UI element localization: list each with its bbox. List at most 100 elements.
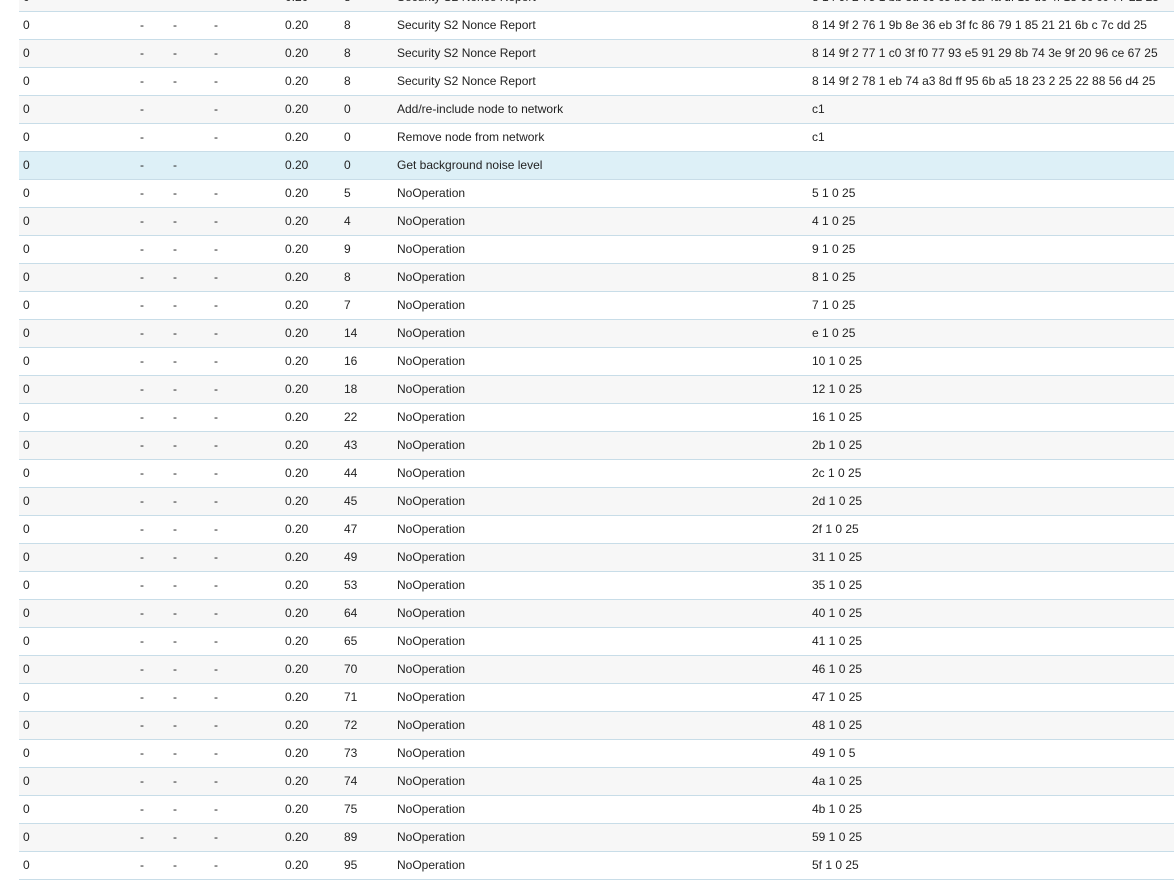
cell-col-6: 53 <box>344 578 358 592</box>
cell-col-1: 0 <box>23 690 30 704</box>
cell-col-4: - <box>214 102 218 116</box>
table-row[interactable]: 0 - - - 0.20 18 NoOperation 12 1 0 25 <box>19 376 1174 404</box>
cell-command-name: NoOperation <box>397 578 466 592</box>
cell-payload: 2d 1 0 25 <box>812 494 863 508</box>
table-row[interactable]: 0 - - - 0.20 4 NoOperation 4 1 0 25 <box>19 208 1174 236</box>
cell-col-2: - <box>140 438 144 452</box>
cell-col-4: - <box>214 858 218 872</box>
cell-col-4: - <box>214 18 218 32</box>
cell-col-3: - <box>173 550 177 564</box>
cell-col-1: 0 <box>23 522 30 536</box>
cell-col-1: 0 <box>23 186 30 200</box>
table-row[interactable]: 0 - - - 0.20 44 NoOperation 2c 1 0 25 <box>19 460 1174 488</box>
cell-col-2: - <box>140 858 144 872</box>
table-row[interactable]: 0 - - 0.20 0 Remove node from network c1 <box>19 124 1174 152</box>
cell-col-6: 8 <box>344 46 351 60</box>
table-row[interactable]: 0 - - - 0.20 8 Security S2 Nonce Report 8 14 9f… <box>19 40 1174 68</box>
table-row[interactable]: 0 - - - 0.20 8 Security S2 Nonce Report 8 14 9f… <box>19 68 1174 96</box>
table-row[interactable]: 0 - - - 0.20 65 NoOperation 41 1 0 25 <box>19 628 1174 656</box>
cell-command-name: Add/re-include node to network <box>397 102 564 116</box>
cell-col-4: - <box>214 130 218 144</box>
cell-col-3: - <box>173 382 177 396</box>
cell-col-3: - <box>173 746 177 760</box>
table-row[interactable]: 0 - - - 0.20 95 NoOperation 5f 1 0 25 <box>19 852 1174 880</box>
cell-col-1: 0 <box>23 242 30 256</box>
cell-command-name: NoOperation <box>397 802 466 816</box>
cell-payload: 5 1 0 25 <box>812 186 856 200</box>
cell-col-6: 0 <box>344 158 351 172</box>
cell-col-6: 7 <box>344 298 351 312</box>
cell-col-4: - <box>214 242 218 256</box>
table-row[interactable]: 0 - - - 0.20 5 NoOperation 5 1 0 25 <box>19 180 1174 208</box>
cell-col-1: 0 <box>23 830 30 844</box>
cell-col-2: - <box>140 466 144 480</box>
table-row[interactable]: 0 - - 0.20 0 Get background noise level <box>19 152 1174 180</box>
table-row[interactable]: 0 - - - 0.20 64 NoOperation 40 1 0 25 <box>19 600 1174 628</box>
cell-col-5: 0.20 <box>285 718 309 732</box>
cell-payload: e 1 0 25 <box>812 326 856 340</box>
cell-col-1: 0 <box>23 550 30 564</box>
cell-command-name: NoOperation <box>397 746 466 760</box>
cell-col-5: 0.20 <box>285 186 309 200</box>
cell-col-3: - <box>173 774 177 788</box>
table-row[interactable]: 0 - - - 0.20 14 NoOperation e 1 0 25 <box>19 320 1174 348</box>
cell-col-3: - <box>173 830 177 844</box>
cell-col-5: 0.20 <box>285 466 309 480</box>
cell-col-1: 0 <box>23 382 30 396</box>
cell-col-6: 14 <box>344 326 358 340</box>
cell-payload: 2c 1 0 25 <box>812 466 862 480</box>
cell-col-1: 0 <box>23 354 30 368</box>
cell-col-2: - <box>140 242 144 256</box>
cell-col-3: - <box>173 74 177 88</box>
cell-command-name: NoOperation <box>397 634 466 648</box>
table-row[interactable]: 0 - - - 0.20 7 NoOperation 7 1 0 25 <box>19 292 1174 320</box>
table-row[interactable]: 0 - - - 0.20 53 NoOperation 35 1 0 25 <box>19 572 1174 600</box>
cell-col-5: 0.20 <box>285 18 309 32</box>
table-row[interactable]: 0 - - - 0.20 45 NoOperation 2d 1 0 25 <box>19 488 1174 516</box>
table-row[interactable]: 0 - - - 0.20 71 NoOperation 47 1 0 25 <box>19 684 1174 712</box>
cell-col-3: - <box>173 466 177 480</box>
cell-payload: 5f 1 0 25 <box>812 858 859 872</box>
table-row[interactable]: 0 - - - 0.20 16 NoOperation 10 1 0 25 <box>19 348 1174 376</box>
cell-col-1: 0 <box>23 298 30 312</box>
cell-col-3: - <box>173 158 177 172</box>
cell-col-5: 0.20 <box>285 102 309 116</box>
table-row[interactable]: 0 - - - 0.20 75 NoOperation 4b 1 0 25 <box>19 796 1174 824</box>
cell-col-5: 0.20 <box>285 214 309 228</box>
cell-col-4: - <box>214 718 218 732</box>
table-row[interactable]: 0 - - - 0.20 49 NoOperation 31 1 0 25 <box>19 544 1174 572</box>
cell-col-1: 0 <box>23 130 30 144</box>
cell-col-1: 0 <box>23 46 30 60</box>
table-row[interactable]: 0 - - - 0.20 73 NoOperation 49 1 0 5 <box>19 740 1174 768</box>
table-row[interactable]: 0 - - - 0.20 89 NoOperation 59 1 0 25 <box>19 824 1174 852</box>
cell-col-2: - <box>140 158 144 172</box>
cell-col-3: - <box>173 354 177 368</box>
cell-command-name: NoOperation <box>397 830 466 844</box>
cell-col-5: 0.20 <box>285 858 309 872</box>
cell-payload: 40 1 0 25 <box>812 606 863 620</box>
table-row[interactable]: 0 - - - 0.20 9 NoOperation 9 1 0 25 <box>19 236 1174 264</box>
table-row[interactable]: 0 - - - 0.20 8 Security S2 Nonce Report 8 14 9f… <box>19 0 1174 12</box>
cell-col-6: 9 <box>344 242 351 256</box>
table-row[interactable]: 0 - - - 0.20 70 NoOperation 46 1 0 25 <box>19 656 1174 684</box>
cell-payload: 12 1 0 25 <box>812 382 863 396</box>
cell-col-2: - <box>140 0 160 11</box>
table-row[interactable]: 0 - - - 0.20 8 Security S2 Nonce Report 8 14 9f… <box>19 12 1174 40</box>
table-row[interactable]: 0 - - - 0.20 22 NoOperation 16 1 0 25 <box>19 404 1174 432</box>
cell-payload: 4 1 0 25 <box>812 214 856 228</box>
cell-command-name: Security S2 Nonce Report <box>397 46 536 60</box>
cell-col-5: 0.20 <box>285 746 309 760</box>
cell-col-2: - <box>140 690 144 704</box>
table-row[interactable]: 0 - - - 0.20 74 NoOperation 4a 1 0 25 <box>19 768 1174 796</box>
cell-col-2: - <box>140 578 144 592</box>
table-row[interactable]: 0 - - - 0.20 72 NoOperation 48 1 0 25 <box>19 712 1174 740</box>
table-row[interactable]: 0 - - - 0.20 43 NoOperation 2b 1 0 25 <box>19 432 1174 460</box>
cell-col-6: 16 <box>344 354 358 368</box>
table-row[interactable]: 0 - - - 0.20 47 NoOperation 2f 1 0 25 <box>19 516 1174 544</box>
cell-col-6: 8 <box>344 0 384 11</box>
table-row[interactable]: 0 - - 0.20 0 Add/re-include node to network c1 <box>19 96 1174 124</box>
cell-col-2: - <box>140 550 144 564</box>
cell-col-3: - <box>173 718 177 732</box>
table-row[interactable]: 0 - - - 0.20 8 NoOperation 8 1 0 25 <box>19 264 1174 292</box>
cell-col-5: 0.20 <box>285 438 309 452</box>
